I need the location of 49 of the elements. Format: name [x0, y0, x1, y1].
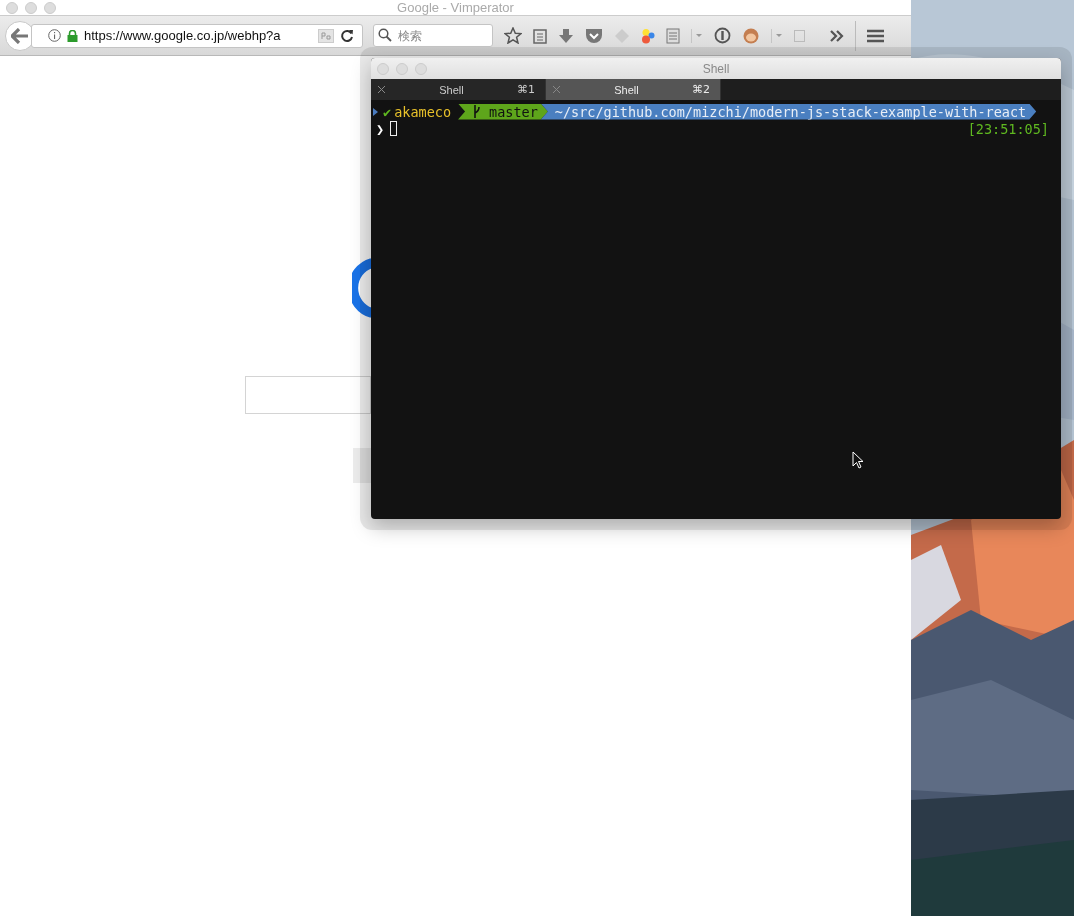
keyhole-icon[interactable] [714, 27, 731, 44]
chevron-icon[interactable] [830, 29, 844, 42]
zoom-button[interactable] [415, 62, 427, 75]
tab-label: Shell [613, 83, 640, 96]
terminal-tab[interactable]: Shell ⌘1 [371, 79, 546, 100]
branch-icon [472, 105, 482, 118]
close-icon[interactable] [377, 85, 386, 94]
close-button[interactable] [377, 62, 389, 75]
terminal-tab[interactable]: Shell ⌘2 [546, 79, 721, 100]
path-text: ~/src/github.com/mizchi/modern-js-stack-example-with-react [554, 103, 1027, 120]
pocket-icon[interactable] [585, 27, 603, 44]
notepad-icon[interactable] [666, 27, 680, 44]
window-title: Google - Vimperator [397, 0, 514, 15]
search-button[interactable] [353, 448, 373, 483]
dropdown-icon[interactable] [771, 27, 783, 44]
search-box[interactable] [245, 376, 371, 414]
prompt-symbol: ❯ [376, 120, 385, 137]
clipboard-icon[interactable] [533, 27, 547, 44]
lock-icon [67, 29, 78, 42]
zoom-button[interactable] [44, 1, 56, 14]
info-icon[interactable] [48, 29, 61, 42]
square-icon[interactable] [794, 29, 805, 42]
dots-icon[interactable] [641, 27, 655, 44]
reload-icon[interactable] [340, 28, 354, 43]
pointer-icon [852, 451, 864, 469]
text-cursor [390, 121, 398, 136]
ring-icon [352, 257, 372, 319]
close-icon[interactable] [552, 85, 561, 94]
search-field[interactable]: 検索 [373, 24, 493, 47]
dropdown-icon[interactable] [691, 27, 703, 44]
tab-label: Shell [438, 83, 465, 96]
star-icon[interactable] [504, 27, 522, 44]
user-name: akameco [394, 103, 452, 120]
close-button[interactable] [6, 1, 18, 14]
caret-icon [373, 107, 378, 116]
minimize-button[interactable] [396, 62, 408, 75]
branch-name: master [489, 103, 538, 120]
minimize-button[interactable] [25, 1, 37, 14]
menu-icon[interactable] [867, 28, 884, 43]
time-text: [23:51:05] [967, 120, 1049, 137]
window-title: Shell [702, 61, 730, 76]
shortcut-label: ⌘2 [692, 83, 710, 96]
download-icon[interactable] [558, 27, 574, 44]
shortcut-label: ⌘1 [517, 83, 535, 96]
reader-icon[interactable] [318, 28, 334, 43]
arrow-icon [11, 27, 29, 44]
status-mark: ✔ [383, 103, 392, 120]
url-text: https://www.google.co.jp/webhp?a [84, 28, 282, 43]
address-bar[interactable]: https://www.google.co.jp/webhp?a [31, 23, 363, 48]
